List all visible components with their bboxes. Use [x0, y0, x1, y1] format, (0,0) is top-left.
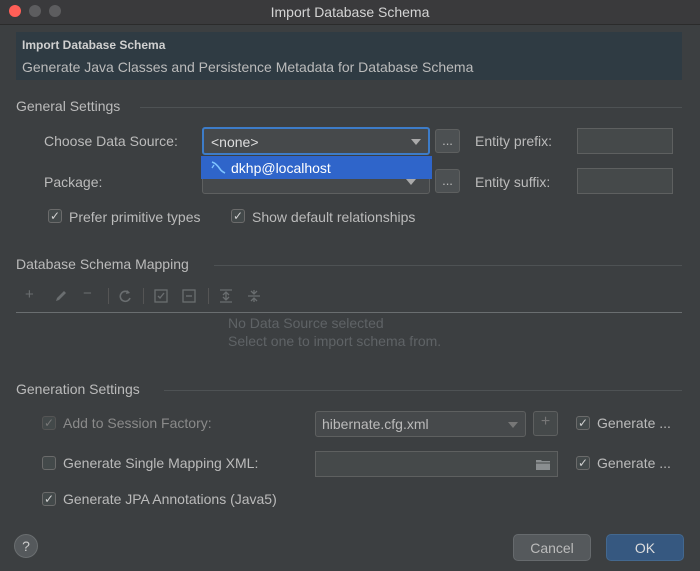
dialog-header-description: Generate Java Classes and Persistence Me… — [22, 59, 474, 75]
folder-icon[interactable] — [535, 458, 551, 471]
check-all-icon[interactable] — [154, 289, 168, 303]
data-source-value: <none> — [211, 134, 259, 150]
toolbar-separator — [108, 288, 109, 304]
collapse-all-icon[interactable] — [247, 289, 261, 303]
data-source-option-label: dkhp@localhost — [231, 160, 331, 176]
data-source-select[interactable]: <none> — [202, 127, 430, 155]
jpa-annotations-checkbox[interactable]: ✓ — [42, 492, 56, 506]
prefer-primitive-checkbox[interactable]: ✓ — [48, 209, 62, 223]
data-source-browse-button[interactable]: ... — [435, 129, 460, 153]
chevron-down-icon — [411, 139, 421, 145]
entity-prefix-label: Entity prefix: — [475, 133, 553, 149]
uncheck-all-icon[interactable] — [182, 289, 196, 303]
single-mapping-xml-label: Generate Single Mapping XML: — [63, 455, 259, 471]
help-button[interactable]: ? — [14, 534, 38, 558]
ok-button[interactable]: OK — [606, 534, 684, 561]
generation-settings-heading: Generation Settings — [16, 381, 140, 397]
add-session-factory-label: Add to Session Factory: — [63, 415, 212, 431]
package-browse-button[interactable]: ... — [435, 169, 460, 193]
entity-suffix-label: Entity suffix: — [475, 174, 551, 190]
generate-label-2: Generate ... — [597, 455, 671, 471]
add-session-factory-button[interactable]: + — [533, 411, 558, 436]
entity-suffix-input[interactable] — [577, 168, 673, 194]
add-session-factory-checkbox[interactable]: ✓ — [42, 416, 56, 430]
entity-prefix-input[interactable] — [577, 128, 673, 154]
toolbar-separator — [208, 288, 209, 304]
expand-all-icon[interactable] — [219, 289, 233, 303]
chevron-down-icon — [406, 179, 416, 185]
generate-checkbox-2[interactable]: ✓ — [576, 456, 590, 470]
single-mapping-xml-input[interactable] — [315, 451, 558, 477]
empty-message-line2: Select one to import schema from. — [228, 333, 442, 349]
chevron-down-icon — [508, 422, 518, 428]
single-mapping-xml-checkbox[interactable] — [42, 456, 56, 470]
schema-table-top-border — [16, 312, 682, 313]
window-title: Import Database Schema — [270, 4, 430, 20]
dialog-header-title: Import Database Schema — [22, 38, 166, 52]
jpa-annotations-label: Generate JPA Annotations (Java5) — [63, 491, 277, 507]
generate-checkbox-1[interactable]: ✓ — [576, 416, 590, 430]
session-factory-value: hibernate.cfg.xml — [322, 416, 429, 432]
show-default-relationships-checkbox[interactable]: ✓ — [231, 209, 245, 223]
data-source-label: Choose Data Source: — [44, 133, 178, 149]
mysql-dolphin-icon — [211, 161, 226, 174]
prefer-primitive-label: Prefer primitive types — [69, 209, 201, 225]
schema-mapping-divider — [214, 265, 682, 266]
remove-icon[interactable]: − — [83, 285, 92, 302]
refresh-icon[interactable] — [118, 289, 132, 303]
show-default-relationships-label: Show default relationships — [252, 209, 416, 225]
general-settings-divider — [140, 107, 682, 108]
schema-mapping-toolbar: + − — [16, 285, 682, 306]
general-settings-heading: General Settings — [16, 98, 121, 114]
package-label: Package: — [44, 174, 103, 190]
session-factory-select[interactable]: hibernate.cfg.xml — [315, 411, 526, 437]
generate-label-1: Generate ... — [597, 415, 671, 431]
data-source-dropdown-option[interactable]: dkhp@localhost — [201, 156, 432, 179]
add-icon[interactable]: + — [25, 286, 34, 303]
schema-mapping-heading: Database Schema Mapping — [16, 256, 189, 272]
toolbar-separator — [143, 288, 144, 304]
cancel-button[interactable]: Cancel — [513, 534, 591, 561]
edit-icon[interactable] — [54, 289, 68, 303]
empty-message-line1: No Data Source selected — [228, 315, 384, 331]
generation-settings-divider — [164, 390, 682, 391]
